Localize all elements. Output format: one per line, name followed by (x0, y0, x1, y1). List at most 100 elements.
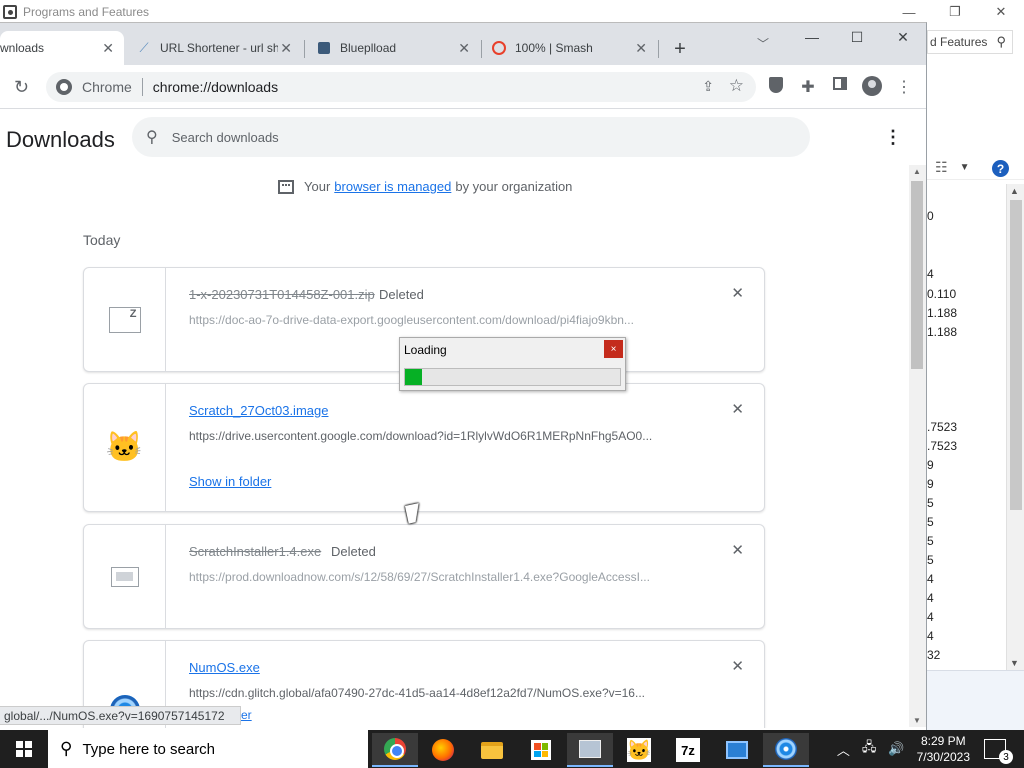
file-name-link[interactable]: Scratch_27Oct03.image (189, 403, 328, 418)
bg-minimize-button[interactable]: — (886, 0, 932, 24)
tab-separator (658, 40, 659, 58)
extension-shield-icon[interactable] (766, 77, 786, 98)
windows-logo-icon (16, 741, 32, 757)
taskbar-disc-app[interactable] (763, 733, 809, 767)
taskbar-store[interactable] (518, 733, 564, 767)
close-icon[interactable]: ✕ (635, 40, 647, 57)
download-item: 🐱 Scratch_27Oct03.image https://drive.us… (83, 383, 765, 512)
network-icon[interactable]: 🖧 (862, 738, 877, 760)
zip-file-icon (108, 306, 141, 333)
bg-scrollbar[interactable]: ▲ ▼ (1006, 184, 1024, 670)
remove-icon[interactable]: ✕ (731, 541, 744, 559)
extensions-puzzle-icon[interactable]: ✚ (798, 77, 818, 97)
minimize-button[interactable]: — (800, 29, 824, 45)
managed-link[interactable]: browser is managed (334, 179, 451, 194)
clock-date: 7/30/2023 (916, 750, 970, 764)
bg-restore-button[interactable]: ❐ (932, 0, 978, 24)
close-icon[interactable]: ✕ (102, 40, 114, 57)
bg-window-title: Programs and Features (23, 5, 150, 19)
notification-center-icon[interactable]: 3 (984, 739, 1013, 764)
volume-icon[interactable]: 🔊 (888, 741, 904, 757)
bookmark-star-icon[interactable]: ☆ (729, 76, 744, 96)
taskbar-control-panel[interactable] (567, 733, 613, 767)
scroll-up-icon[interactable]: ▲ (1010, 186, 1019, 196)
taskbar-search[interactable]: ⚲ Type here to search (48, 730, 368, 768)
remove-icon[interactable]: ✕ (731, 400, 744, 418)
search-input[interactable] (171, 129, 772, 145)
profile-avatar-icon[interactable] (862, 76, 882, 101)
dialog-title: Loading (404, 343, 447, 357)
start-button[interactable] (0, 730, 48, 768)
tab-label: wnloads (0, 41, 45, 55)
list-item: 5 (927, 553, 934, 567)
close-icon[interactable]: ✕ (458, 40, 470, 57)
close-icon[interactable]: ✕ (280, 40, 292, 57)
file-url: https://doc-ao-7o-drive-data-export.goog… (189, 313, 634, 327)
show-in-folder-link[interactable]: Show in folder (189, 474, 271, 489)
downloads-search[interactable]: ⚲ (132, 117, 810, 157)
dialog-close-button[interactable]: × (604, 340, 623, 358)
tab-url-shortener[interactable]: ⟋ URL Shortener - url sh ✕ (128, 31, 302, 65)
chevron-up-icon[interactable]: ︿ (837, 740, 850, 759)
taskbar-chrome[interactable] (372, 733, 418, 767)
list-item: 0.110 (927, 287, 957, 301)
bg-program-list: 0 4 0.110 1.188 1.188 .7523 .7523 9 9 5 … (927, 184, 1005, 670)
window-app-icon (726, 741, 748, 759)
show-in-folder-link-partial[interactable]: er (241, 708, 252, 722)
managed-prefix: Your (304, 179, 331, 194)
status-text: Deleted (331, 544, 376, 559)
chevron-down-icon[interactable]: ▼ (960, 162, 970, 173)
side-panel-icon[interactable] (830, 77, 850, 95)
file-name-link[interactable]: NumOS.exe (189, 660, 260, 675)
7zip-icon: 7z (676, 738, 700, 762)
clock[interactable]: 8:29 PM 7/30/2023 (917, 733, 970, 765)
view-options-icon[interactable]: ☷ (935, 159, 948, 176)
list-item: 5 (927, 515, 934, 529)
bg-close-button[interactable]: ✕ (978, 0, 1024, 24)
address-bar[interactable]: Chrome chrome://downloads ⇪ ☆ (46, 72, 756, 102)
clock-time: 8:29 PM (920, 734, 966, 748)
chrome-icon (384, 738, 406, 760)
downloads-menu-icon[interactable]: ⋮ (884, 127, 902, 148)
list-item: 5 (927, 534, 934, 548)
maximize-button[interactable]: ☐ (845, 29, 869, 46)
tab-downloads[interactable]: wnloads ✕ (0, 31, 124, 65)
chrome-menu-icon[interactable]: ⋮ (894, 77, 914, 97)
remove-icon[interactable]: ✕ (731, 284, 744, 302)
omnibox-url[interactable]: chrome://downloads (153, 79, 278, 95)
page-scroll-thumb[interactable] (911, 181, 923, 369)
bg-search-input[interactable]: d Features ⚲ (927, 30, 1013, 54)
bg-scroll-thumb[interactable] (1010, 200, 1022, 510)
tab-search-chevron-icon[interactable]: ﹀ (757, 35, 769, 52)
list-item: .7523 (927, 420, 958, 434)
file-icon-column (84, 268, 166, 371)
tab-separator (481, 40, 482, 58)
system-tray: ︿ 🖧 🔊 8:29 PM 7/30/2023 3 (837, 730, 1024, 768)
taskbar-scratch[interactable]: 🐱 (616, 733, 662, 767)
tab-smash[interactable]: 100% | Smash ✕ (483, 31, 657, 65)
remove-icon[interactable]: ✕ (731, 657, 744, 675)
chrome-icon (56, 79, 72, 95)
taskbar-firefox[interactable] (420, 733, 466, 767)
taskbar-app[interactable] (714, 733, 760, 767)
file-url: https://drive.usercontent.google.com/dow… (189, 429, 653, 443)
taskbar-search-placeholder: Type here to search (82, 740, 216, 758)
scroll-down-icon[interactable]: ▼ (1010, 658, 1019, 668)
reload-icon[interactable]: ↻ (14, 77, 29, 98)
managed-notice: Your browser is managed by your organiza… (278, 179, 572, 194)
page-scrollbar[interactable]: ▲ ▼ (909, 165, 926, 727)
taskbar-7zip[interactable]: 7z (665, 733, 711, 767)
status-url-preview: global/.../NumOS.exe?v=1690757145172 (0, 706, 241, 725)
control-panel-icon (579, 740, 601, 758)
taskbar-file-explorer[interactable] (469, 733, 515, 767)
scroll-up-icon[interactable]: ▲ (913, 167, 921, 176)
list-item: 1.188 (927, 325, 958, 339)
close-window-button[interactable]: ✕ (891, 29, 915, 46)
tab-blueplload[interactable]: Blueplload ✕ (306, 31, 480, 65)
scroll-down-icon[interactable]: ▼ (913, 716, 921, 725)
share-icon[interactable]: ⇪ (702, 78, 714, 95)
help-icon[interactable]: ? (992, 160, 1009, 177)
list-item: 32 (927, 648, 941, 662)
new-tab-button[interactable]: + (668, 38, 692, 61)
tab-separator (304, 40, 305, 58)
